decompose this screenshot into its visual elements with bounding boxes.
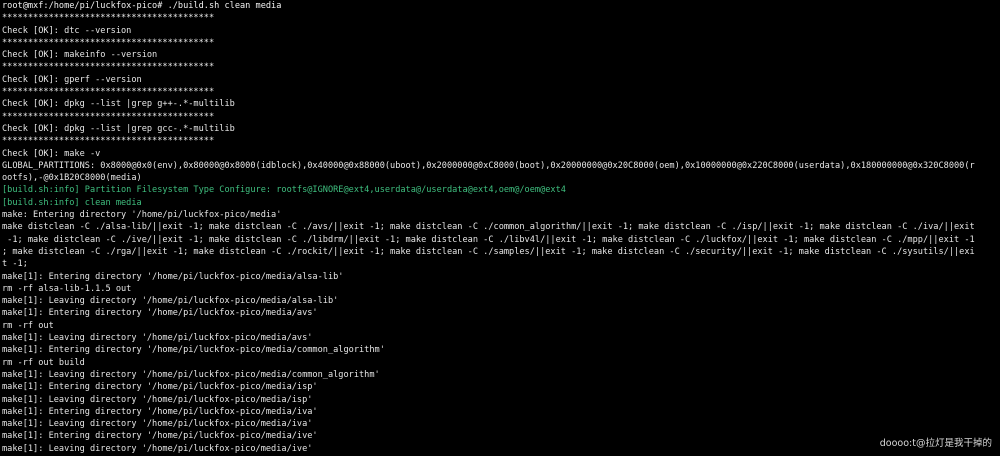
terminal-line: make[1]: Entering directory '/home/pi/lu…	[2, 308, 318, 319]
terminal-line: make[1]: Leaving directory '/home/pi/luc…	[2, 333, 313, 344]
terminal-line: -1; make distclean -C ./ive/||exit -1; m…	[2, 234, 975, 245]
terminal-line: make[1]: Entering directory '/home/pi/lu…	[2, 382, 318, 393]
terminal-line: rm -rf out build	[2, 357, 85, 368]
terminal-output: root@mxf:/home/pi/luckfox-pico# ./build.…	[2, 0, 1000, 455]
terminal-line: ****************************************…	[2, 13, 215, 24]
terminal-info-line: [build.sh:info] clean media	[2, 197, 142, 208]
terminal-window[interactable]: root@mxf:/home/pi/luckfox-pico# ./build.…	[0, 0, 1000, 456]
terminal-line: make[1]: Entering directory '/home/pi/lu…	[2, 345, 385, 356]
terminal-line: make[1]: Leaving directory '/home/pi/luc…	[2, 394, 313, 405]
terminal-line: ****************************************…	[2, 111, 215, 122]
terminal-line: Check [OK]: dpkg --list |grep gcc-.*-mul…	[2, 123, 235, 134]
terminal-line: make[1]: Leaving directory '/home/pi/luc…	[2, 369, 380, 380]
terminal-line: ootfs),-@0x1B20C8000(media)	[2, 173, 142, 184]
terminal-line: Check [OK]: gperf --version	[2, 74, 142, 85]
terminal-line: make[1]: Entering directory '/home/pi/lu…	[2, 431, 318, 442]
terminal-line: ****************************************…	[2, 62, 215, 73]
terminal-line: rm -rf alsa-lib-1.1.5 out	[2, 283, 132, 294]
terminal-line: make distclean -C ./alsa-lib/||exit -1; …	[2, 222, 975, 233]
terminal-line: make[1]: Leaving directory '/home/pi/luc…	[2, 296, 339, 307]
terminal-line: Check [OK]: makeinfo --version	[2, 50, 158, 61]
terminal-line: ****************************************…	[2, 136, 215, 147]
terminal-line: Check [OK]: dtc --version	[2, 25, 132, 36]
terminal-line: make[1]: Entering directory '/home/pi/lu…	[2, 271, 344, 282]
terminal-line: make[1]: Entering directory '/home/pi/lu…	[2, 406, 318, 417]
terminal-line: make[1]: Leaving directory '/home/pi/luc…	[2, 443, 313, 454]
terminal-line: make[1]: Leaving directory '/home/pi/luc…	[2, 419, 313, 430]
terminal-info-line: [build.sh:info] Partition Filesystem Typ…	[2, 185, 566, 196]
terminal-line: t -1;	[2, 259, 28, 270]
terminal-line: ****************************************…	[2, 37, 215, 48]
terminal-line: GLOBAL_PARTITIONS: 0x8000@0x0(env),0x800…	[2, 160, 975, 171]
terminal-line: ****************************************…	[2, 87, 215, 98]
watermark: doooo:t@拉灯是我干掉的	[879, 438, 992, 449]
terminal-line: Check [OK]: dpkg --list |grep g++-.*-mul…	[2, 99, 235, 110]
terminal-line: rm -rf out	[2, 320, 54, 331]
terminal-prompt-line: root@mxf:/home/pi/luckfox-pico# ./build.…	[2, 1, 282, 11]
terminal-line: ; make distclean -C ./rga/||exit -1; mak…	[2, 246, 975, 257]
terminal-line: make: Entering directory '/home/pi/luckf…	[2, 210, 282, 221]
terminal-line: Check [OK]: make -v	[2, 148, 101, 159]
